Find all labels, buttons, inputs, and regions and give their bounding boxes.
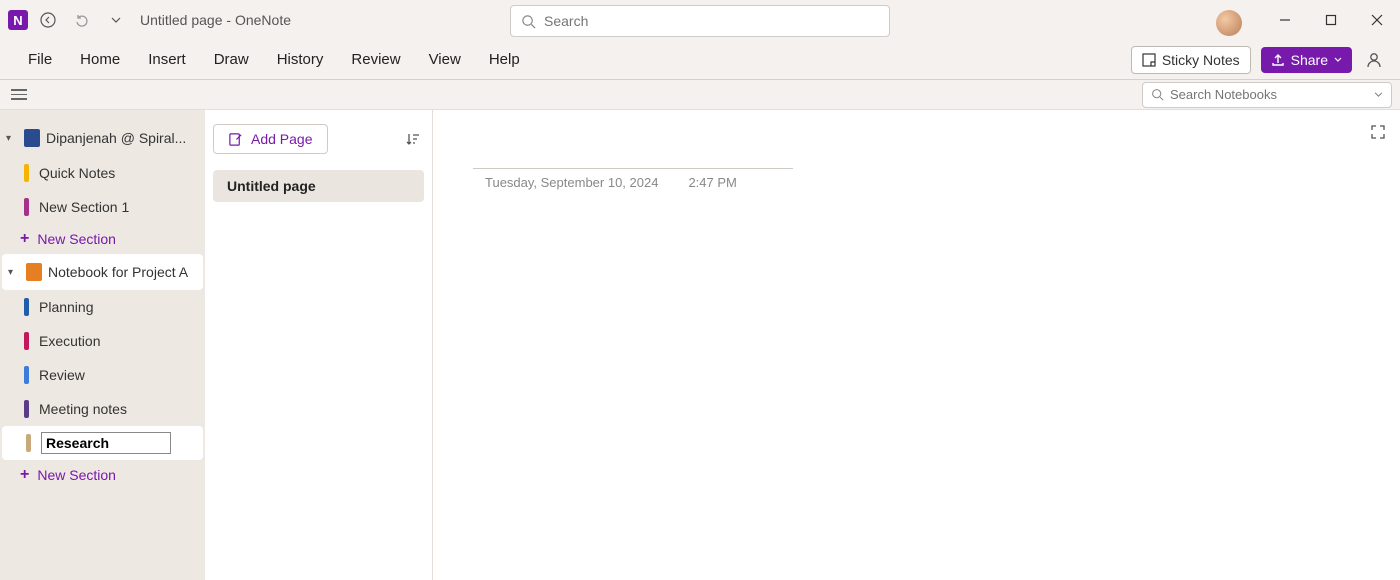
section-color-tab bbox=[24, 400, 29, 418]
window-controls bbox=[1216, 0, 1400, 40]
menubar: FileHomeInsertDrawHistoryReviewViewHelp … bbox=[0, 40, 1400, 80]
onenote-app-icon: N bbox=[8, 10, 28, 30]
sort-icon bbox=[405, 132, 419, 146]
main-area: ▾ Dipanjenah @ Spiral... Quick Notes New… bbox=[0, 110, 1400, 580]
undo-button[interactable] bbox=[68, 6, 96, 34]
chevron-down-icon bbox=[1334, 57, 1342, 62]
maximize-button[interactable] bbox=[1308, 0, 1354, 40]
section-color-tab bbox=[24, 298, 29, 316]
page-canvas[interactable]: Tuesday, September 10, 2024 2:47 PM bbox=[433, 110, 1400, 580]
search-icon bbox=[521, 14, 536, 29]
notebook-icon bbox=[24, 129, 40, 147]
section-color-tab bbox=[24, 198, 29, 216]
section-row[interactable]: Execution bbox=[0, 324, 205, 358]
notebook-search[interactable] bbox=[1142, 82, 1392, 108]
section-row[interactable]: Planning bbox=[0, 290, 205, 324]
section-color-tab bbox=[26, 434, 31, 452]
search-icon bbox=[1151, 88, 1164, 101]
notebook-search-input[interactable] bbox=[1170, 87, 1368, 102]
page-list-item[interactable]: Untitled page bbox=[213, 170, 424, 202]
section-row[interactable]: Meeting notes bbox=[0, 392, 205, 426]
section-label: Quick Notes bbox=[39, 165, 115, 181]
titlebar: N Untitled page - OneNote bbox=[0, 0, 1400, 40]
account-manager-button[interactable] bbox=[1362, 48, 1386, 72]
nav-toggle-button[interactable] bbox=[8, 84, 30, 106]
share-button[interactable]: Share bbox=[1261, 47, 1352, 73]
section-rename-input[interactable] bbox=[41, 432, 171, 454]
section-label: New Section 1 bbox=[39, 199, 129, 215]
global-search[interactable] bbox=[510, 5, 890, 37]
global-search-input[interactable] bbox=[544, 13, 879, 29]
share-label: Share bbox=[1291, 52, 1328, 68]
new-section-label: New Section bbox=[37, 467, 116, 483]
section-row[interactable]: Quick Notes bbox=[0, 156, 205, 190]
plus-icon: + bbox=[20, 466, 29, 484]
menu-draw[interactable]: Draw bbox=[200, 45, 263, 74]
back-button[interactable] bbox=[34, 6, 62, 34]
notebook-label: Notebook for Project A bbox=[48, 264, 197, 280]
close-button[interactable] bbox=[1354, 0, 1400, 40]
undo-icon bbox=[74, 12, 90, 28]
menu-review[interactable]: Review bbox=[337, 45, 414, 74]
share-icon bbox=[1271, 53, 1285, 67]
section-label: Planning bbox=[39, 299, 94, 315]
quick-access-dropdown[interactable] bbox=[102, 6, 130, 34]
person-icon bbox=[1364, 50, 1384, 70]
notebook-label: Dipanjenah @ Spiral... bbox=[46, 130, 199, 146]
expand-icon bbox=[1370, 124, 1386, 140]
section-color-tab bbox=[24, 366, 29, 384]
menu-help[interactable]: Help bbox=[475, 45, 534, 74]
menu-home[interactable]: Home bbox=[66, 45, 134, 74]
page-date: Tuesday, September 10, 2024 bbox=[485, 175, 658, 190]
add-page-label: Add Page bbox=[251, 131, 313, 147]
new-section-button[interactable]: + New Section bbox=[0, 224, 205, 254]
sticky-notes-button[interactable]: Sticky Notes bbox=[1131, 46, 1251, 74]
window-title: Untitled page - OneNote bbox=[140, 12, 291, 28]
user-avatar[interactable] bbox=[1216, 10, 1242, 36]
page-list-panel: Add Page Untitled page bbox=[205, 110, 433, 580]
menu-insert[interactable]: Insert bbox=[134, 45, 200, 74]
compose-icon bbox=[228, 132, 243, 147]
menu-view[interactable]: View bbox=[415, 45, 475, 74]
section-row[interactable]: New Section 1 bbox=[0, 190, 205, 224]
sort-pages-button[interactable] bbox=[400, 127, 424, 151]
section-color-tab bbox=[24, 164, 29, 182]
add-page-button[interactable]: Add Page bbox=[213, 124, 328, 154]
close-icon bbox=[1371, 14, 1383, 26]
tool-row bbox=[0, 80, 1400, 110]
page-title-input[interactable] bbox=[473, 168, 793, 169]
maximize-icon bbox=[1325, 14, 1337, 26]
back-arrow-icon bbox=[40, 12, 56, 28]
section-color-tab bbox=[24, 332, 29, 350]
section-label: Meeting notes bbox=[39, 401, 127, 417]
chevron-down-icon: ▾ bbox=[8, 267, 20, 278]
section-label: Review bbox=[39, 367, 85, 383]
chevron-down-icon: ▾ bbox=[6, 133, 18, 144]
chevron-down-icon bbox=[1374, 92, 1383, 97]
section-row[interactable]: Review bbox=[0, 358, 205, 392]
page-title-text: Untitled page bbox=[140, 12, 223, 28]
sticky-notes-label: Sticky Notes bbox=[1162, 52, 1240, 68]
page-date-stamp: Tuesday, September 10, 2024 2:47 PM bbox=[473, 175, 1360, 190]
chevron-down-icon bbox=[111, 17, 121, 23]
notebook-icon bbox=[26, 263, 42, 281]
section-row[interactable] bbox=[2, 426, 203, 460]
notebook-sidebar: ▾ Dipanjenah @ Spiral... Quick Notes New… bbox=[0, 110, 205, 580]
section-label: Execution bbox=[39, 333, 100, 349]
minimize-icon bbox=[1279, 14, 1291, 26]
app-name-text: OneNote bbox=[235, 12, 291, 28]
sticky-note-icon bbox=[1142, 53, 1156, 67]
notebook-row[interactable]: ▾ Notebook for Project A bbox=[2, 254, 203, 290]
notebook-row[interactable]: ▾ Dipanjenah @ Spiral... bbox=[0, 120, 205, 156]
expand-canvas-button[interactable] bbox=[1370, 124, 1386, 140]
menu-history[interactable]: History bbox=[263, 45, 338, 74]
plus-icon: + bbox=[20, 230, 29, 248]
new-section-label: New Section bbox=[37, 231, 116, 247]
minimize-button[interactable] bbox=[1262, 0, 1308, 40]
page-time: 2:47 PM bbox=[688, 175, 736, 190]
new-section-button[interactable]: + New Section bbox=[0, 460, 205, 490]
menu-file[interactable]: File bbox=[14, 45, 66, 74]
